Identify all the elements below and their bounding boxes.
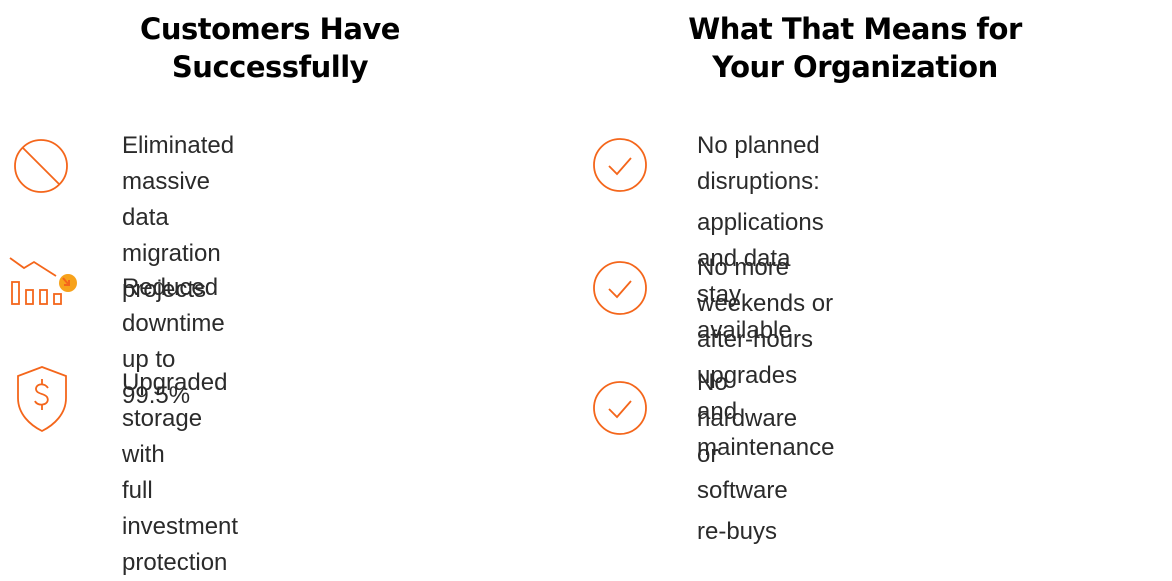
left-title-line1: Customers Have	[140, 12, 400, 46]
right-title-line1: What That Means for	[688, 12, 1022, 46]
dollar-shield-icon	[14, 364, 70, 439]
left-column-title: Customers Have Successfully	[90, 10, 450, 86]
downtime-chart-icon	[8, 252, 78, 313]
check-circle-icon	[591, 379, 649, 442]
left-item-text: Upgraded storage with full investment pr…	[122, 369, 239, 576]
prohibited-icon	[12, 137, 70, 200]
check-circle-icon	[591, 259, 649, 322]
right-title-line2: Your Organization	[712, 50, 998, 84]
check-circle-icon	[591, 136, 649, 199]
right-column-title: What That Means for Your Organization	[660, 10, 1050, 86]
left-title-line2: Successfully	[171, 50, 369, 84]
right-item-text: No hardware or software re-buys	[697, 369, 798, 545]
